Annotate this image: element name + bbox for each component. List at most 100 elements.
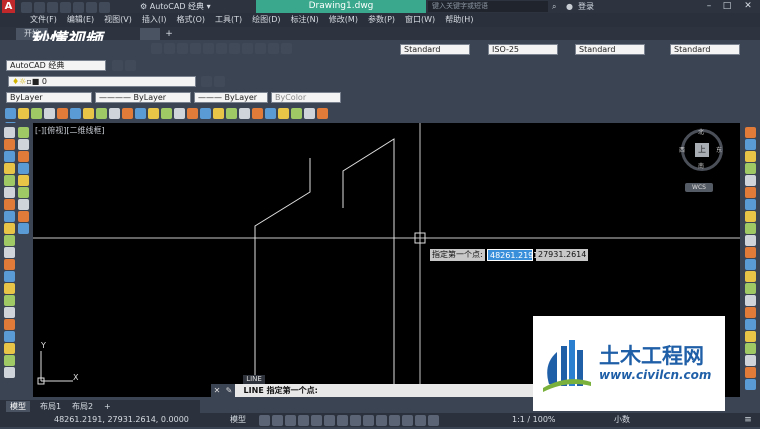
tool-icon-7[interactable] bbox=[96, 108, 107, 119]
draw-tool-icon-4[interactable] bbox=[4, 175, 15, 186]
modify-tool-icon-12[interactable] bbox=[745, 271, 756, 282]
search-icon[interactable]: ⌕ bbox=[552, 1, 562, 12]
draw-tool-icon-5[interactable] bbox=[4, 187, 15, 198]
dynamic-input-y[interactable]: 27931.2614 bbox=[536, 249, 588, 261]
tool-icon-15[interactable] bbox=[200, 108, 211, 119]
units-display[interactable]: 小数 bbox=[614, 415, 644, 425]
customize-icon[interactable] bbox=[125, 60, 136, 71]
properties-icon[interactable] bbox=[203, 43, 214, 54]
markup-icon[interactable] bbox=[255, 43, 266, 54]
tool-icon-22[interactable] bbox=[291, 108, 302, 119]
workspace-settings-icon[interactable] bbox=[112, 60, 123, 71]
draw-tool-icon-15[interactable] bbox=[4, 307, 15, 318]
modify-tool-icon-18[interactable] bbox=[745, 343, 756, 354]
multileader-style-select[interactable]: Standard bbox=[670, 44, 740, 55]
dim-style-select[interactable]: ISO-25 bbox=[488, 44, 558, 55]
status-toggle-3[interactable] bbox=[298, 415, 309, 426]
minimize-button[interactable]: – bbox=[700, 0, 718, 13]
tab-layout2[interactable]: 布局2 bbox=[68, 401, 97, 412]
status-toggle-2[interactable] bbox=[285, 415, 296, 426]
menu-item-9[interactable]: 参数(P) bbox=[368, 15, 395, 24]
draw-tool-icon-16[interactable] bbox=[4, 319, 15, 330]
zoom-realtime-icon[interactable] bbox=[164, 43, 175, 54]
new-icon[interactable] bbox=[21, 2, 32, 13]
plotstyle-select[interactable]: ByColor bbox=[271, 92, 341, 103]
view-tool-icon-1[interactable] bbox=[18, 139, 29, 150]
compass-east[interactable]: 东 bbox=[716, 145, 726, 154]
tool-icon-18[interactable] bbox=[239, 108, 250, 119]
draw-tool-icon-3[interactable] bbox=[4, 163, 15, 174]
status-toggle-1[interactable] bbox=[272, 415, 283, 426]
tool-icon-8[interactable] bbox=[109, 108, 120, 119]
tab-layout1[interactable]: 布局1 bbox=[36, 401, 65, 412]
menu-item-1[interactable]: 编辑(E) bbox=[67, 15, 94, 24]
sheet-set-icon[interactable] bbox=[242, 43, 253, 54]
menu-item-2[interactable]: 视图(V) bbox=[104, 15, 132, 24]
menu-item-6[interactable]: 绘图(D) bbox=[252, 15, 280, 24]
draw-tool-icon-8[interactable] bbox=[4, 223, 15, 234]
status-toggle-8[interactable] bbox=[363, 415, 374, 426]
user-icon[interactable]: ● bbox=[566, 1, 576, 12]
modify-tool-icon-10[interactable] bbox=[745, 247, 756, 258]
draw-tool-icon-17[interactable] bbox=[4, 331, 15, 342]
view-tool-icon-2[interactable] bbox=[18, 151, 29, 162]
dynamic-input-x[interactable]: 48261.2191 bbox=[487, 249, 538, 261]
draw-tool-icon-10[interactable] bbox=[4, 247, 15, 258]
menu-item-11[interactable]: 帮助(H) bbox=[445, 15, 473, 24]
tool-icon-16[interactable] bbox=[213, 108, 224, 119]
new-tab-button[interactable]: + bbox=[163, 28, 175, 40]
status-toggle-7[interactable] bbox=[350, 415, 361, 426]
pan-icon[interactable] bbox=[151, 43, 162, 54]
menu-item-0[interactable]: 文件(F) bbox=[30, 15, 57, 24]
undo-icon[interactable] bbox=[86, 2, 97, 13]
modify-tool-icon-4[interactable] bbox=[745, 175, 756, 186]
open-icon[interactable] bbox=[34, 2, 45, 13]
redo-icon[interactable] bbox=[99, 2, 110, 13]
view-tool-icon-0[interactable] bbox=[18, 127, 29, 138]
help-icon[interactable] bbox=[281, 43, 292, 54]
modify-tool-icon-19[interactable] bbox=[745, 355, 756, 366]
draw-tool-icon-1[interactable] bbox=[4, 139, 15, 150]
wcs-menu[interactable]: WCS bbox=[685, 183, 713, 192]
modify-tool-icon-14[interactable] bbox=[745, 295, 756, 306]
tab-model[interactable]: 模型 bbox=[6, 401, 30, 412]
compass-west[interactable]: 西 bbox=[679, 145, 689, 154]
saveas-icon[interactable] bbox=[60, 2, 71, 13]
tool-icon-1[interactable] bbox=[18, 108, 29, 119]
modify-tool-icon-2[interactable] bbox=[745, 151, 756, 162]
draw-tool-icon-18[interactable] bbox=[4, 343, 15, 354]
text-style-select[interactable]: Standard bbox=[400, 44, 470, 55]
tool-icon-10[interactable] bbox=[135, 108, 146, 119]
draw-tool-icon-19[interactable] bbox=[4, 355, 15, 366]
tool-icon-0[interactable] bbox=[5, 108, 16, 119]
tool-icon-12[interactable] bbox=[161, 108, 172, 119]
modify-tool-icon-16[interactable] bbox=[745, 319, 756, 330]
modify-tool-icon-8[interactable] bbox=[745, 223, 756, 234]
menu-item-4[interactable]: 格式(O) bbox=[176, 15, 205, 24]
annotation-scale[interactable]: 1:1 / 100% bbox=[512, 415, 572, 425]
modify-tool-icon-3[interactable] bbox=[745, 163, 756, 174]
modify-tool-icon-1[interactable] bbox=[745, 139, 756, 150]
command-settings-icon[interactable]: ✎ bbox=[223, 384, 235, 397]
status-toggle-0[interactable] bbox=[259, 415, 270, 426]
status-toggle-10[interactable] bbox=[389, 415, 400, 426]
modify-tool-icon-13[interactable] bbox=[745, 283, 756, 294]
calculator-icon[interactable] bbox=[268, 43, 279, 54]
layer-states-icon[interactable] bbox=[201, 76, 212, 87]
modify-tool-icon-0[interactable] bbox=[745, 127, 756, 138]
view-tool-icon-8[interactable] bbox=[18, 223, 29, 234]
search-input[interactable]: 键入关键字或短语 bbox=[428, 1, 548, 12]
menu-item-3[interactable]: 插入(I) bbox=[142, 15, 167, 24]
tool-icon-6[interactable] bbox=[83, 108, 94, 119]
tool-icon-11[interactable] bbox=[148, 108, 159, 119]
modify-tool-icon-7[interactable] bbox=[745, 211, 756, 222]
modify-tool-icon-11[interactable] bbox=[745, 259, 756, 270]
modify-tool-icon-5[interactable] bbox=[745, 187, 756, 198]
draw-tool-icon-12[interactable] bbox=[4, 271, 15, 282]
view-tool-icon-7[interactable] bbox=[18, 211, 29, 222]
view-tool-icon-6[interactable] bbox=[18, 199, 29, 210]
modify-tool-icon-9[interactable] bbox=[745, 235, 756, 246]
status-toggle-13[interactable] bbox=[428, 415, 439, 426]
workspace-select[interactable]: AutoCAD 经典 bbox=[6, 60, 106, 71]
table-style-select[interactable]: Standard bbox=[575, 44, 645, 55]
